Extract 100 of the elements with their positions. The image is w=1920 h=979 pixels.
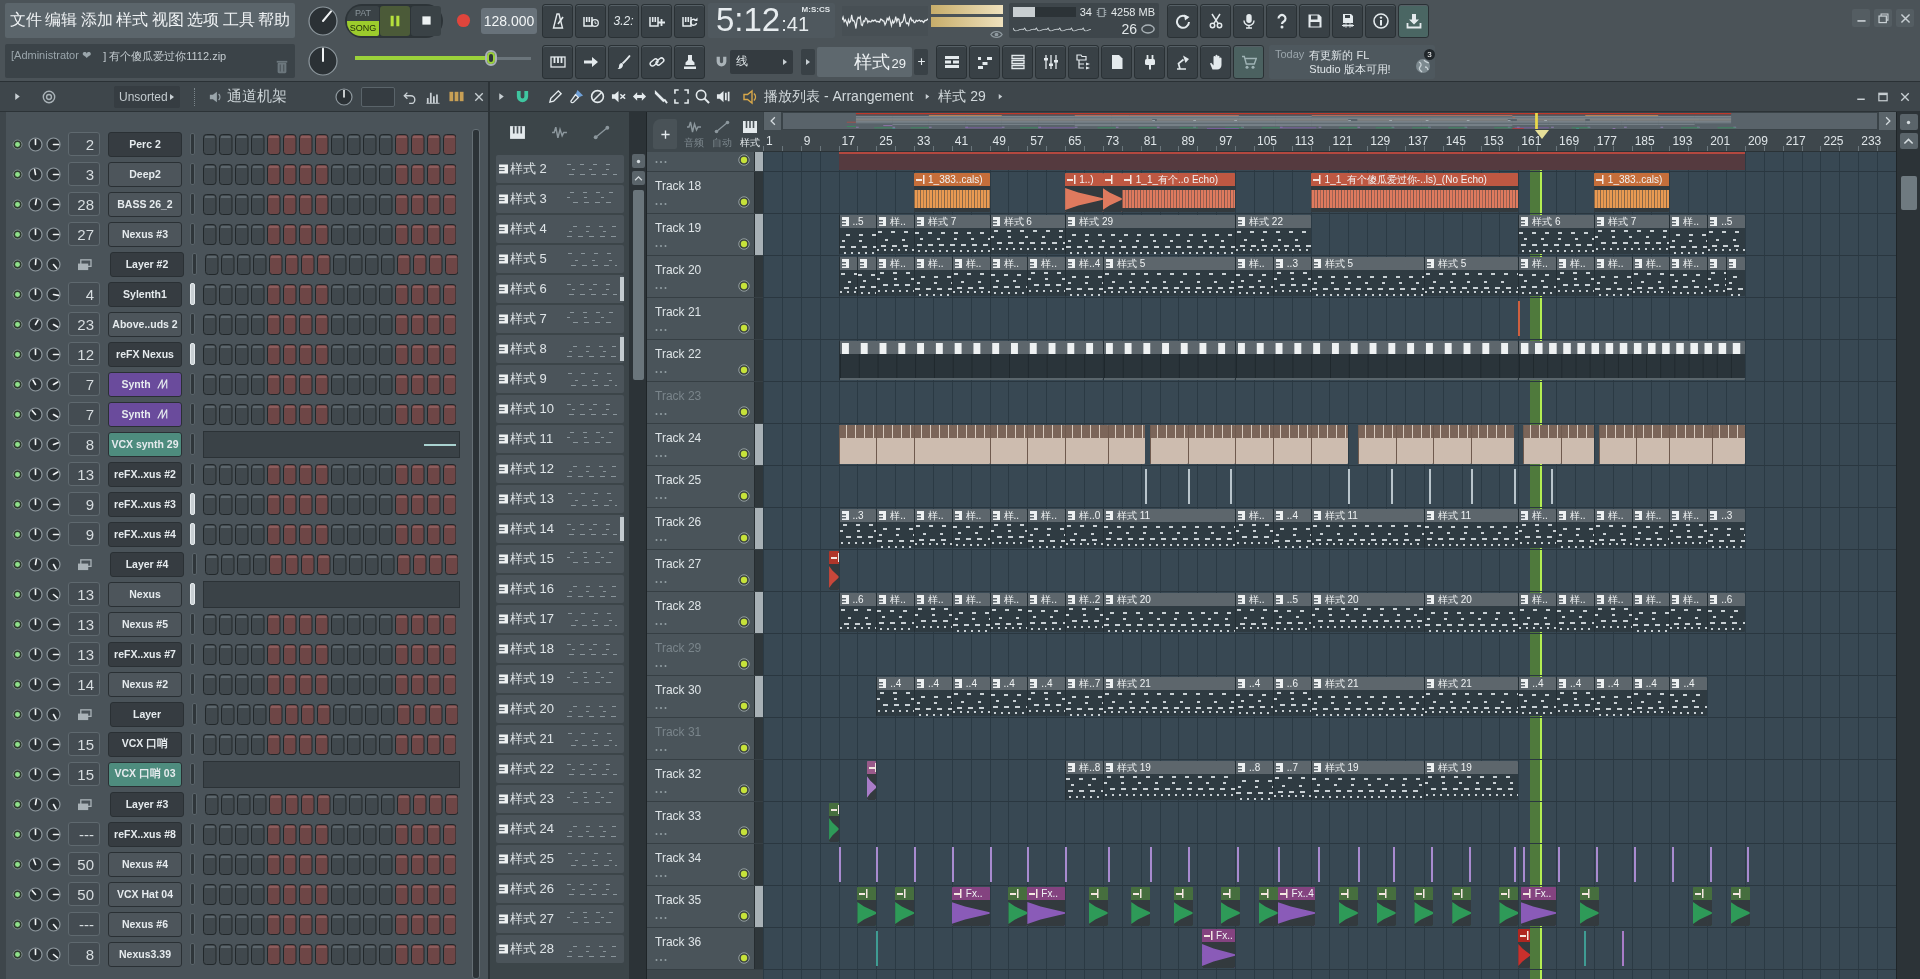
browser-button[interactable] xyxy=(1068,44,1099,79)
led-icon[interactable] xyxy=(12,828,23,840)
paint-brush-icon[interactable] xyxy=(568,89,584,104)
pattern-name[interactable]: 样式 14 xyxy=(510,520,555,538)
pan-knob[interactable] xyxy=(28,406,43,422)
track-led-icon[interactable] xyxy=(738,448,750,460)
volume-knob[interactable] xyxy=(46,766,61,782)
clip-marker[interactable] xyxy=(914,847,917,882)
sliced-audio-clip[interactable] xyxy=(1187,425,1236,464)
playlist-pattern-name[interactable]: 样式 29 xyxy=(938,87,986,106)
led-icon[interactable] xyxy=(12,198,23,210)
volume-knob[interactable] xyxy=(46,406,61,422)
pattern-name[interactable]: 样式 2 xyxy=(510,160,547,178)
pattern-name[interactable]: 样式 16 xyxy=(510,580,555,598)
stamp-icon[interactable] xyxy=(681,53,698,70)
plus-icon[interactable] xyxy=(659,128,671,140)
add-pattern-button[interactable] xyxy=(914,48,928,75)
tempo-field[interactable]: 128.000 xyxy=(481,7,537,34)
audio-clip[interactable]: 1_1_有个傻瓜爱过你-..ls)_(No Echo) xyxy=(1310,173,1519,212)
mixer-track-field[interactable]: 9 xyxy=(68,522,100,546)
pattern-clip[interactable]: 样.. xyxy=(1556,257,1594,296)
clip-marker[interactable] xyxy=(1513,847,1516,882)
led-icon[interactable] xyxy=(12,858,23,870)
pattern-clip[interactable]: 样..0 xyxy=(1065,509,1103,548)
pattern-clip[interactable]: 样.. xyxy=(876,257,915,296)
mode-option[interactable]: PAT xyxy=(347,5,379,21)
step-sequencer[interactable] xyxy=(203,133,456,155)
pattern-name[interactable]: 样式 22 xyxy=(510,760,555,778)
volume-knob[interactable] xyxy=(46,436,61,452)
track-led-icon[interactable] xyxy=(738,280,750,292)
channel-button[interactable]: VCX synth 29 xyxy=(108,431,182,457)
save-icon[interactable] xyxy=(1306,12,1323,29)
clip-marker[interactable] xyxy=(1468,847,1471,882)
sliced-audio-clip[interactable] xyxy=(1395,425,1434,464)
volume-knob[interactable] xyxy=(46,556,61,572)
led-icon[interactable] xyxy=(12,498,23,510)
track-led-icon[interactable] xyxy=(738,238,750,250)
pan-knob[interactable] xyxy=(28,676,43,692)
step-sequencer[interactable] xyxy=(203,613,456,635)
pattern-clip[interactable]: 样.. xyxy=(914,257,952,296)
volume-knob[interactable] xyxy=(46,676,61,692)
channel-button[interactable]: reFX Nexus xyxy=(108,341,182,367)
brush-icon[interactable] xyxy=(615,53,632,70)
track-led-icon[interactable] xyxy=(738,658,750,670)
clip-marker[interactable] xyxy=(1471,469,1474,504)
step-sequencer[interactable] xyxy=(203,463,456,485)
playback-icon[interactable] xyxy=(715,89,731,104)
pattern-clip[interactable]: 样..2 xyxy=(1065,593,1103,632)
step-edit-button[interactable] xyxy=(641,3,672,38)
pattern-prev-button[interactable] xyxy=(801,48,815,75)
pattern-name[interactable]: 样式 9 xyxy=(510,370,547,388)
pattern-clip[interactable]: ..4 xyxy=(951,677,990,716)
save-button[interactable] xyxy=(1299,3,1330,38)
pattern-clip[interactable]: 样式 11 xyxy=(1102,509,1236,548)
pattern-item[interactable]: 样式 13 xyxy=(496,485,624,513)
pattern-clip[interactable]: ..3 xyxy=(838,509,877,548)
clip-marker[interactable] xyxy=(1187,469,1190,504)
stamp-button[interactable] xyxy=(674,44,705,79)
pattern-item[interactable]: 样式 3 xyxy=(496,185,624,213)
channel-button[interactable]: Above..uds 2 xyxy=(108,311,182,337)
pattern-clip[interactable]: 样.. xyxy=(914,509,952,548)
clip-marker[interactable] xyxy=(1551,469,1554,504)
clip-marker[interactable] xyxy=(1187,847,1190,882)
info-icon[interactable] xyxy=(1372,12,1389,29)
pattern-clip[interactable]: 样.. xyxy=(1669,215,1708,254)
step-sequencer[interactable] xyxy=(203,733,456,755)
pattern-item[interactable]: 样式 19 xyxy=(496,665,624,693)
volume-knob[interactable] xyxy=(46,376,61,392)
pattern-clip[interactable]: ..6 xyxy=(1707,593,1745,632)
pattern-clip[interactable] xyxy=(857,257,877,296)
pattern-clip[interactable]: 样式 5 xyxy=(1310,257,1424,296)
mixer-track-field[interactable]: 4 xyxy=(68,282,100,306)
track-header[interactable]: Track 32 xyxy=(647,760,763,802)
pattern-item[interactable]: 样式 7 xyxy=(496,305,624,333)
pan-knob[interactable] xyxy=(28,886,43,902)
pattern-clip[interactable]: 样式 6 xyxy=(1518,215,1594,254)
audio-clip[interactable] xyxy=(1730,887,1750,926)
step-sequencer[interactable] xyxy=(203,883,456,905)
track-header[interactable]: Track 34 xyxy=(647,844,763,886)
mixer-track-field[interactable]: 12 xyxy=(68,342,100,366)
audio-clip[interactable] xyxy=(1452,887,1472,926)
pattern-clip[interactable]: 样.. xyxy=(1593,257,1632,296)
sliced-audio-clip[interactable] xyxy=(1150,425,1188,464)
audio-clip[interactable]: Fx.. xyxy=(1027,887,1066,926)
pattern-clip[interactable]: 样式 29 xyxy=(1065,215,1236,254)
stop-icon[interactable] xyxy=(420,15,432,26)
led-icon[interactable] xyxy=(12,408,23,420)
pan-knob[interactable] xyxy=(28,286,43,302)
caret-icon[interactable] xyxy=(167,92,176,101)
clip-marker[interactable] xyxy=(1390,469,1393,504)
track-led-icon[interactable] xyxy=(738,784,750,796)
volume-knob[interactable] xyxy=(46,886,61,902)
audio-clip[interactable] xyxy=(1008,887,1028,926)
channel-button[interactable]: reFX..xus #3 xyxy=(108,491,182,517)
pattern-clip[interactable]: 样.. xyxy=(951,509,990,548)
pattern-clip[interactable]: ..6 xyxy=(1272,677,1311,716)
pattern-name[interactable]: 样式 13 xyxy=(510,490,555,508)
audio-clip[interactable] xyxy=(1088,887,1108,926)
led-icon[interactable] xyxy=(12,228,23,240)
led-icon[interactable] xyxy=(12,378,23,390)
